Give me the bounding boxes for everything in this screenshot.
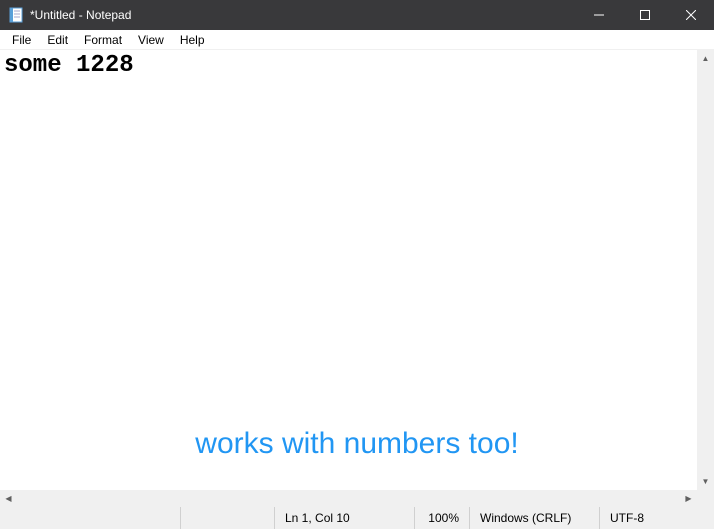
close-button[interactable]	[668, 0, 714, 30]
status-encoding: UTF-8	[599, 507, 714, 529]
status-position: Ln 1, Col 10	[274, 507, 414, 529]
scroll-left-icon[interactable]: ◀	[0, 490, 17, 507]
vertical-scrollbar[interactable]: ▲ ▼	[697, 50, 714, 490]
titlebar: *Untitled - Notepad	[0, 0, 714, 30]
menu-help[interactable]: Help	[172, 31, 213, 49]
editor-area: some 1228 ▲ ▼ ◀ ▶	[0, 50, 714, 507]
status-spacer-left	[0, 507, 180, 529]
status-zoom: 100%	[414, 507, 469, 529]
maximize-button[interactable]	[622, 0, 668, 30]
text-editor[interactable]: some 1228	[0, 50, 697, 490]
scroll-corner	[697, 490, 714, 507]
status-spacer	[180, 507, 274, 529]
minimize-button[interactable]	[576, 0, 622, 30]
menu-edit[interactable]: Edit	[39, 31, 76, 49]
menu-format[interactable]: Format	[76, 31, 130, 49]
horizontal-scrollbar[interactable]: ◀ ▶	[0, 490, 697, 507]
scroll-right-icon[interactable]: ▶	[680, 490, 697, 507]
window-controls	[576, 0, 714, 30]
scroll-up-icon[interactable]: ▲	[697, 50, 714, 67]
window-title: *Untitled - Notepad	[30, 8, 576, 22]
scroll-down-icon[interactable]: ▼	[697, 473, 714, 490]
menu-view[interactable]: View	[130, 31, 172, 49]
menubar: File Edit Format View Help	[0, 30, 714, 50]
statusbar: Ln 1, Col 10 100% Windows (CRLF) UTF-8	[0, 507, 714, 529]
status-line-ending: Windows (CRLF)	[469, 507, 599, 529]
menu-file[interactable]: File	[4, 31, 39, 49]
notepad-icon	[8, 7, 24, 23]
